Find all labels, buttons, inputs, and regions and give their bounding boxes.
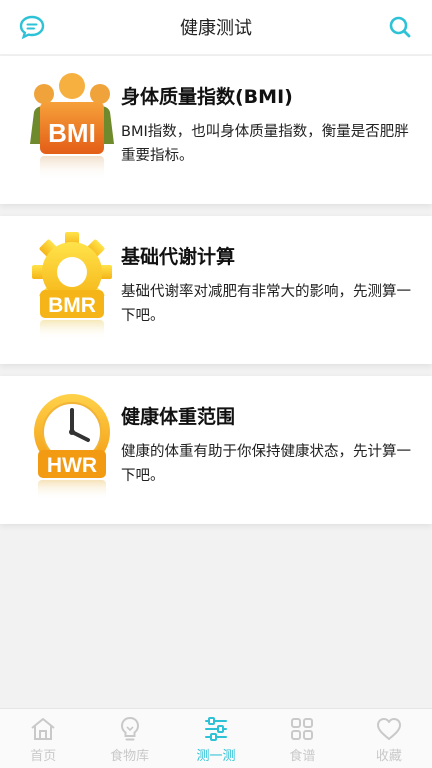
bmi-card-title: 身体质量指数(BMI) [121,86,293,108]
bmi-card-description: BMI指数，也叫身体质量指数，衡量是否肥胖重要指标。 [121,124,409,164]
search-icon[interactable] [386,13,414,41]
grid-icon [291,718,314,740]
sliders-icon [205,717,228,741]
svg-text:HWR: HWR [47,454,97,477]
tab-test[interactable]: 测一测 [173,709,259,768]
tab-favorites[interactable]: 收藏 [346,709,432,768]
bmi-people-icon: BMI [30,73,114,180]
hwr-card-title: 健康体重范围 [121,406,236,428]
home-icon [31,718,55,740]
hwr-clock-icon: HWR [34,394,110,500]
svg-text:BMI: BMI [48,118,96,148]
bmr-card[interactable]: BMR 基础代谢计算 基础代谢率对减肥有非常大的影响，先测算一下吧。 [0,216,432,364]
bmi-card[interactable]: BMI 身体质量指数(BMI) BMI指数，也叫身体质量指数，衡量是否肥胖重要指… [0,56,432,204]
bmr-card-description: 基础代谢率对减肥有非常大的影响，先测算一下吧。 [121,284,411,324]
bmr-card-title: 基础代谢计算 [121,246,236,268]
tab-food-library[interactable]: 食物库 [86,709,172,768]
heart-icon [376,718,401,740]
lightbulb-icon [120,716,139,741]
bottom-tab-bar: 首页 食物库 测一测 食谱 收藏 [0,708,432,768]
top-bar: 健康测试 [0,0,432,54]
tab-recipes-label: 食谱 [289,749,316,764]
svg-text:BMR: BMR [48,294,96,317]
page-title: 健康测试 [180,18,252,39]
chat-bubble-icon[interactable] [18,13,46,41]
hwr-card-description: 健康的体重有助于你保持健康状态，先计算一下吧。 [121,444,411,484]
tab-food-library-label: 食物库 [110,749,150,764]
tab-home-label: 首页 [30,749,57,764]
bmr-gear-icon: BMR [32,232,112,340]
hwr-card[interactable]: HWR 健康体重范围 健康的体重有助于你保持健康状态，先计算一下吧。 [0,376,432,524]
tab-test-label: 测一测 [196,749,236,764]
tab-favorites-label: 收藏 [375,749,402,764]
tab-home[interactable]: 首页 [0,709,86,768]
tab-recipes[interactable]: 食谱 [259,709,345,768]
